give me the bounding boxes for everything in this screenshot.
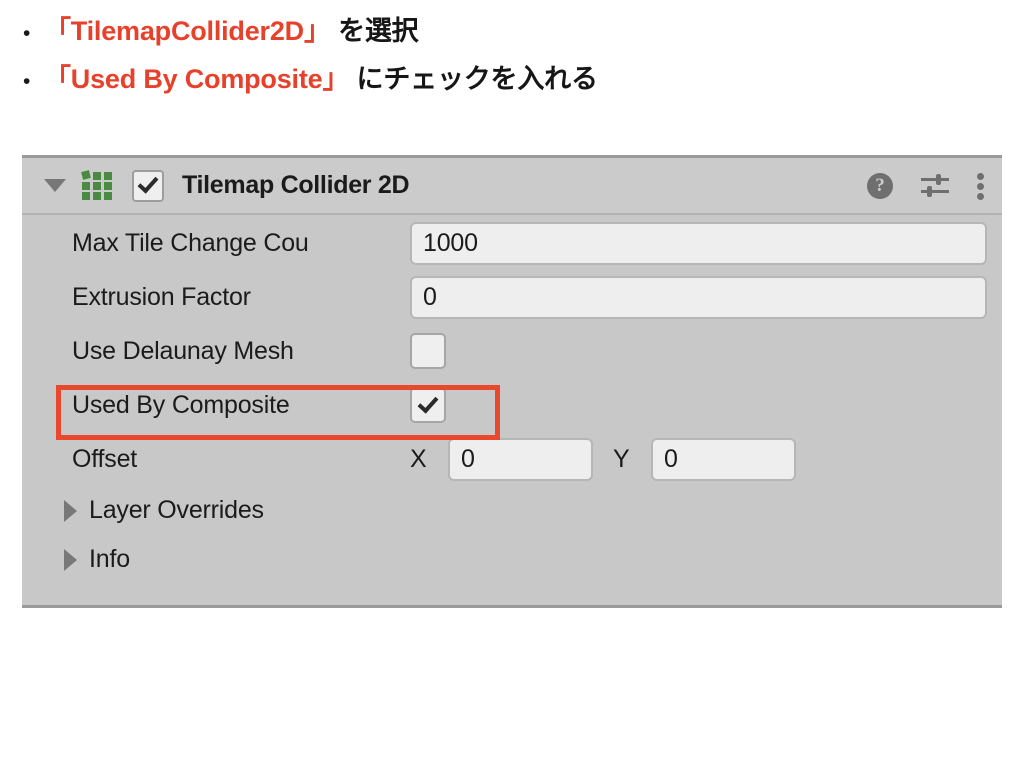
offset-y-input[interactable]: 0 <box>651 437 796 481</box>
bullet-text: 「TilemapCollider2D」 を選択 <box>44 9 419 48</box>
property-row-max-tile-change-count: Max Tile Change Cou 1000 <box>22 216 1002 270</box>
property-label: Extrusion Factor <box>72 282 251 311</box>
bullet-marker-icon: • <box>23 70 31 93</box>
property-label: Offset <box>72 444 138 473</box>
bullet-highlight-text: 「TilemapCollider2D」 <box>44 16 331 46</box>
instruction-bullet-list: • 「TilemapCollider2D」 を選択 • 「Used By Com… <box>0 0 1024 105</box>
bullet-highlight-text: 「Used By Composite」 <box>44 64 350 94</box>
offset-x-input[interactable]: 0 <box>448 437 593 481</box>
help-icon[interactable]: ? <box>867 172 893 199</box>
triangle-right-icon[interactable] <box>64 499 77 522</box>
bullet-marker-icon: • <box>23 22 31 45</box>
used-by-composite-checkbox[interactable] <box>410 387 446 423</box>
bullet-suffix-text: を選択 <box>330 16 419 46</box>
component-enabled-checkbox[interactable] <box>132 169 164 202</box>
bullet-text: 「Used By Composite」 にチェックを入れる <box>44 57 598 96</box>
foldout-layer-overrides[interactable]: Layer Overrides <box>22 486 1002 535</box>
max-tile-change-count-input[interactable]: 1000 <box>410 221 987 265</box>
foldout-label: Info <box>89 545 130 573</box>
property-label: Max Tile Change Cou <box>72 228 309 257</box>
component-header[interactable]: Tilemap Collider 2D ? <box>22 158 1002 215</box>
property-row-use-delaunay-mesh: Use Delaunay Mesh <box>22 324 1002 378</box>
offset-x-label: X <box>410 444 427 473</box>
foldout-info[interactable]: Info <box>22 535 1002 584</box>
triangle-down-icon[interactable] <box>44 179 66 192</box>
header-actions: ? <box>867 158 984 213</box>
list-item: • 「TilemapCollider2D」 を選択 <box>0 9 1024 57</box>
bullet-suffix-text: にチェックを入れる <box>349 64 598 94</box>
offset-y-label: Y <box>613 444 630 473</box>
property-list: Max Tile Change Cou 1000 Extrusion Facto… <box>22 215 1002 584</box>
tilemap-collider-2d-inspector-panel: Tilemap Collider 2D ? Max Tile Change Co… <box>22 155 1002 608</box>
triangle-right-icon[interactable] <box>64 548 77 571</box>
foldout-label: Layer Overrides <box>89 496 264 524</box>
component-title: Tilemap Collider 2D <box>182 171 410 199</box>
list-item: • 「Used By Composite」 にチェックを入れる <box>0 57 1024 105</box>
preset-icon[interactable] <box>921 173 949 199</box>
tilemap-grid-icon <box>81 169 116 201</box>
property-label: Use Delaunay Mesh <box>72 336 294 365</box>
kebab-menu-icon[interactable] <box>977 172 984 200</box>
extrusion-factor-input[interactable]: 0 <box>410 275 987 319</box>
property-label: Used By Composite <box>72 390 290 419</box>
use-delaunay-mesh-checkbox[interactable] <box>410 333 446 369</box>
property-row-used-by-composite: Used By Composite <box>22 378 1002 432</box>
property-row-extrusion-factor: Extrusion Factor 0 <box>22 270 1002 324</box>
property-row-offset: Offset X 0 Y 0 <box>22 432 1002 486</box>
